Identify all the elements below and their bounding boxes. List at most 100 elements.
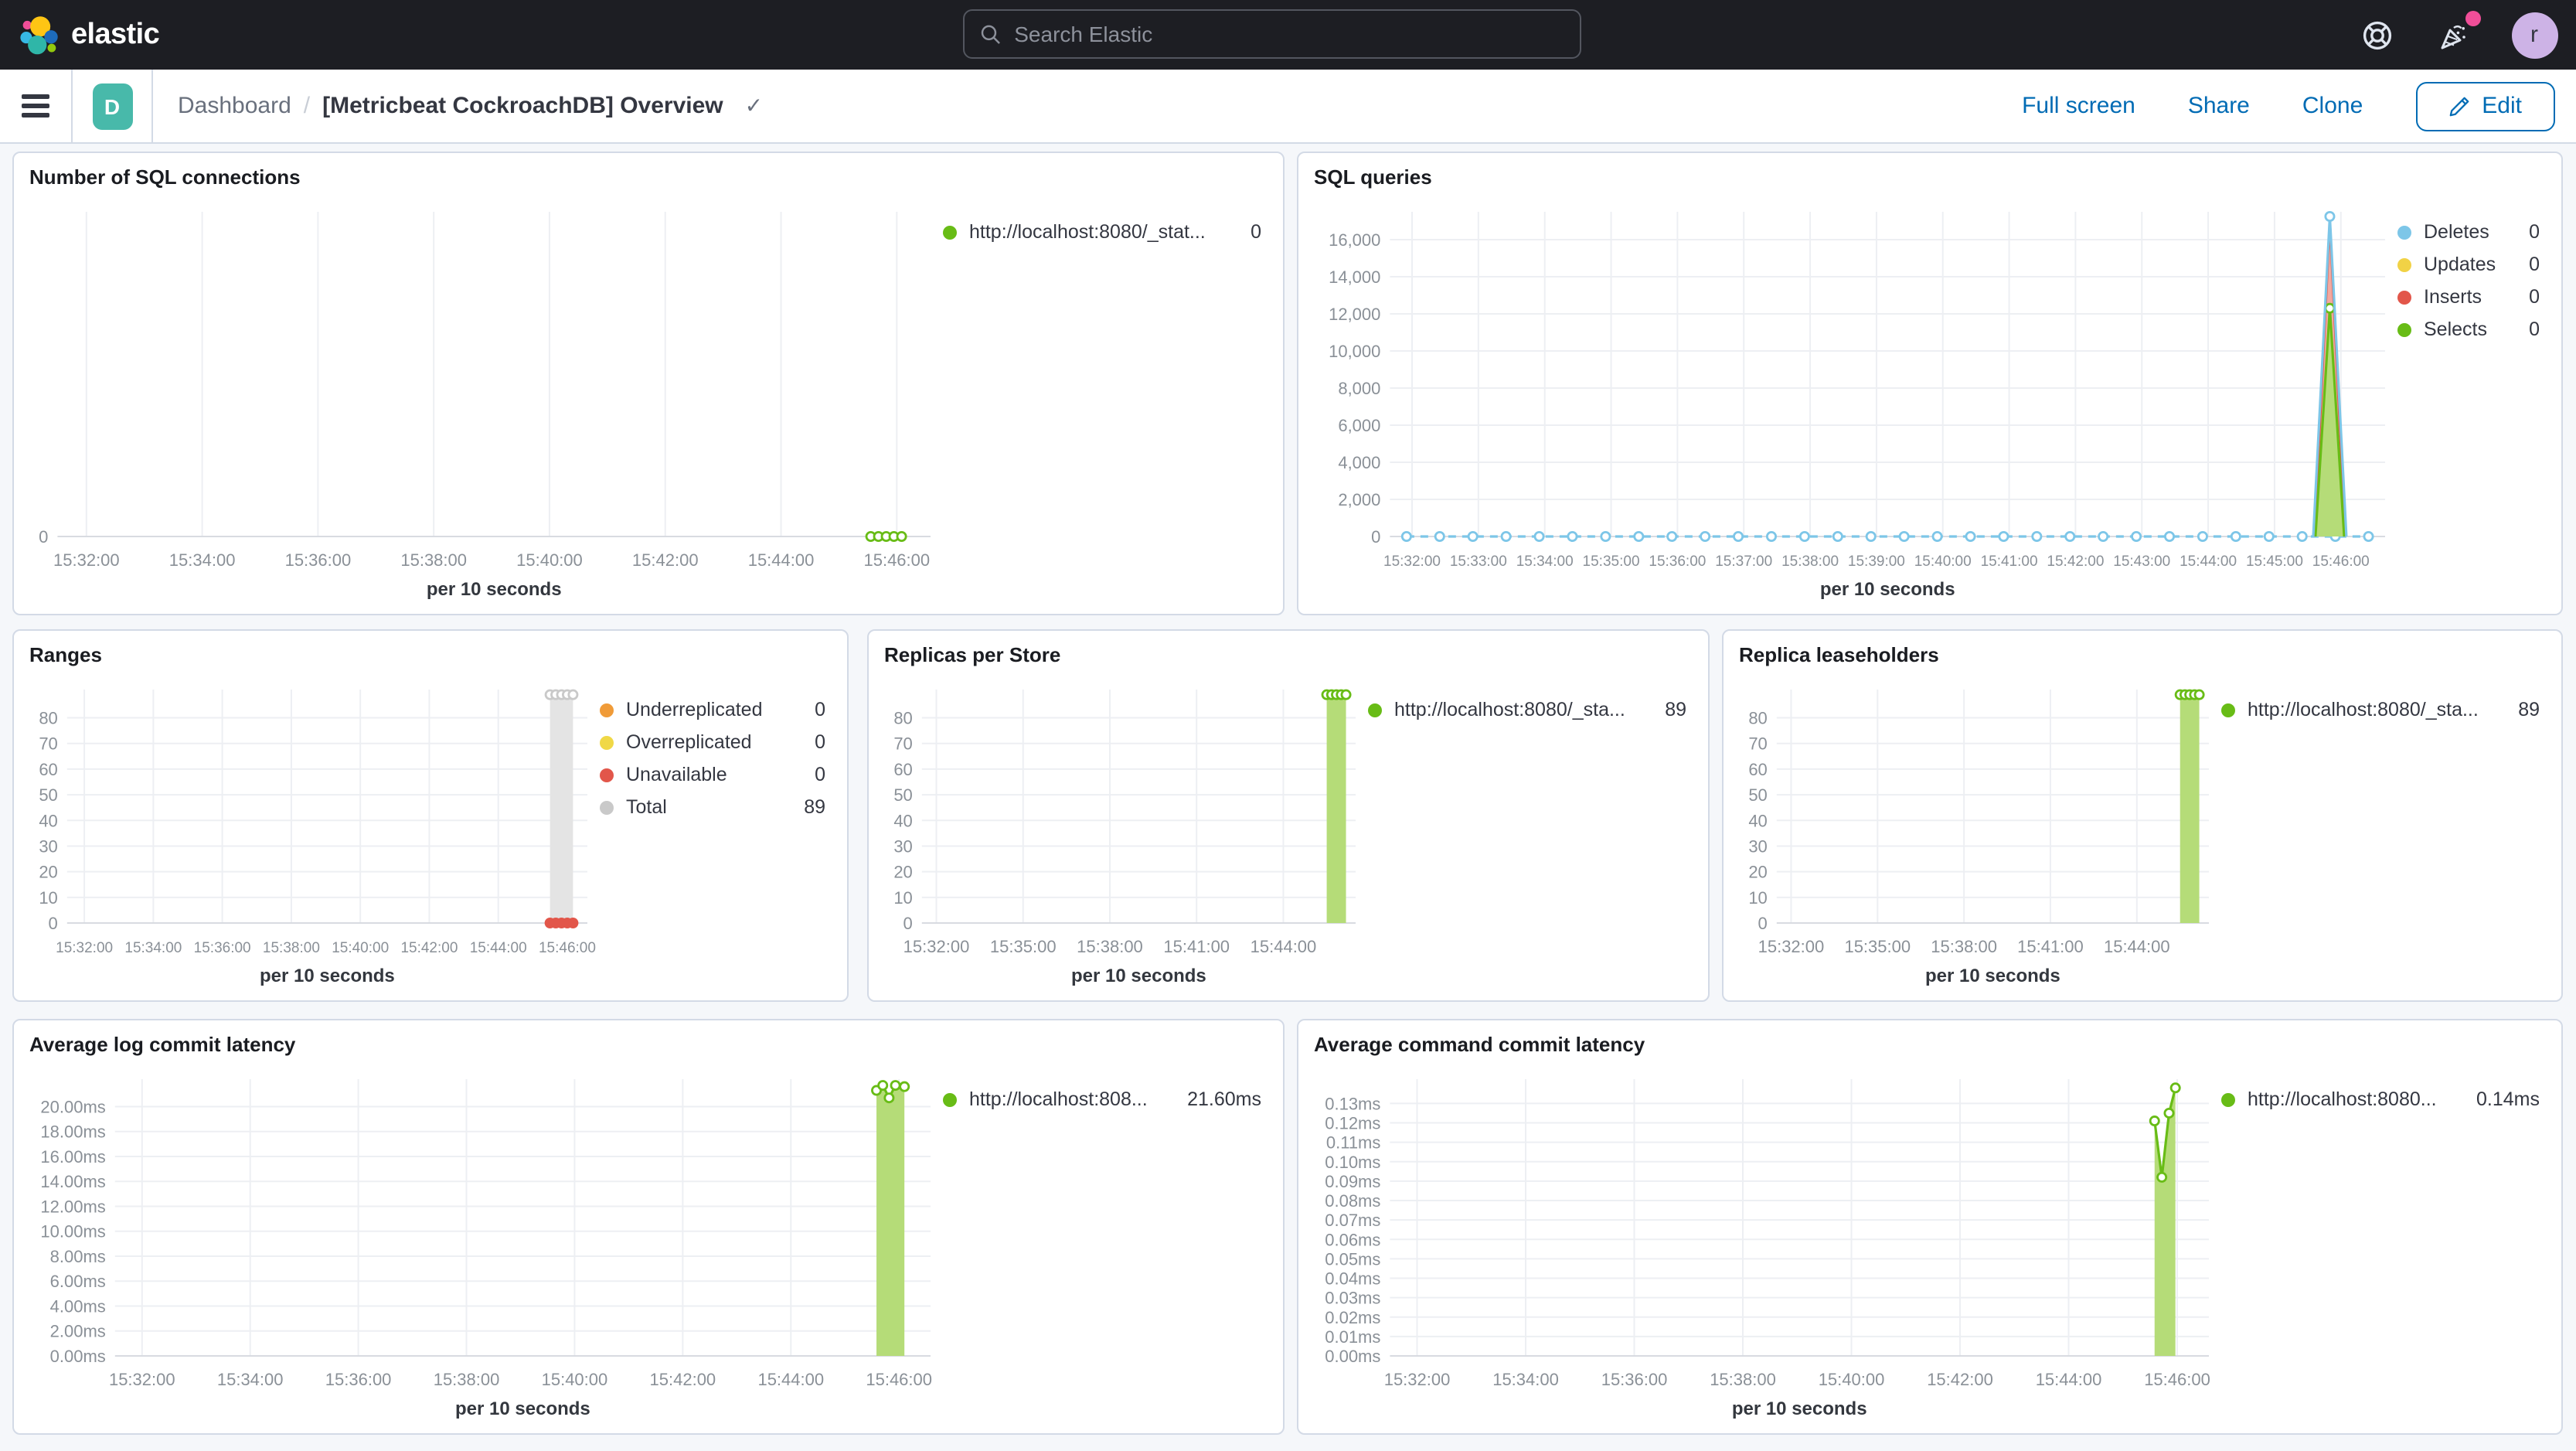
panel-avg-log-commit-latency: Average log commit latency 0.00ms 2.00ms 4… <box>12 1019 1285 1435</box>
legend-label: Inserts <box>2424 286 2482 308</box>
chart-avg-log-commit-latency[interactable]: 0.00ms 2.00ms 4.00ms 6.00ms 8.00ms 10.00ms 12.… <box>29 1067 943 1421</box>
svg-text:30: 30 <box>893 836 912 856</box>
svg-text:0.03ms: 0.03ms <box>1325 1289 1380 1308</box>
legend-item[interactable]: http://localhost:808... 21.60ms <box>943 1088 1261 1110</box>
legend-label: Deletes <box>2424 221 2489 243</box>
svg-text:15:34:00: 15:34:00 <box>1492 1370 1559 1389</box>
legend-item[interactable]: Total 89 <box>600 796 825 818</box>
svg-text:15:39:00: 15:39:00 <box>1848 553 1905 570</box>
svg-text:15:40:00: 15:40:00 <box>1914 553 1972 570</box>
chart-avg-command-commit-latency[interactable]: 0.00ms 0.01ms 0.02ms 0.03ms 0.04ms 0.05ms 0.06… <box>1314 1067 2221 1421</box>
svg-text:15:35:00: 15:35:00 <box>1583 553 1640 570</box>
legend-item[interactable]: Selects 0 <box>2397 318 2540 340</box>
space-badge: D <box>92 83 132 129</box>
svg-text:15:36:00: 15:36:00 <box>325 1370 392 1389</box>
svg-text:16,000: 16,000 <box>1329 230 1380 250</box>
svg-text:0.11ms: 0.11ms <box>1326 1133 1381 1153</box>
svg-text:0: 0 <box>49 914 58 933</box>
help-button[interactable] <box>2357 15 2397 55</box>
legend-dot <box>2397 225 2411 239</box>
help-icon <box>2362 20 2391 49</box>
svg-text:0.05ms: 0.05ms <box>1325 1249 1380 1269</box>
svg-text:40: 40 <box>1748 811 1767 830</box>
svg-text:15:41:00: 15:41:00 <box>1163 937 1230 956</box>
full-screen-button[interactable]: Full screen <box>2022 93 2135 119</box>
menu-button[interactable] <box>0 70 73 142</box>
notification-dot <box>2465 10 2480 26</box>
panel-title: Number of SQL connections <box>29 165 301 189</box>
svg-text:60: 60 <box>893 760 912 779</box>
newsfeed-button[interactable] <box>2434 10 2480 55</box>
legend-label: http://localhost:8080/_sta... <box>1394 699 1625 720</box>
legend-label: http://localhost:8080/_stat... <box>969 221 1206 243</box>
legend-item[interactable]: http://localhost:8080... 0.14ms <box>2221 1088 2540 1110</box>
panel-title: Average command commit latency <box>1314 1033 1645 1056</box>
svg-text:15:34:00: 15:34:00 <box>217 1370 284 1389</box>
global-search[interactable] <box>963 9 1581 59</box>
legend-item[interactable]: Inserts 0 <box>2397 286 2540 308</box>
svg-text:15:44:00: 15:44:00 <box>1251 937 1317 956</box>
legend-item[interactable]: Deletes 0 <box>2397 221 2540 243</box>
svg-text:0.06ms: 0.06ms <box>1325 1230 1380 1249</box>
legend-value: 0.14ms <box>2476 1088 2540 1110</box>
legend-item[interactable]: Unavailable 0 <box>600 764 825 785</box>
svg-text:0.00ms: 0.00ms <box>1325 1347 1380 1366</box>
svg-text:0.09ms: 0.09ms <box>1325 1172 1380 1191</box>
chart-sql-connections[interactable]: 0 15:32:00 15:34:00 15:36:00 15:38:00 15:40:0… <box>29 199 943 601</box>
chart-sql-queries[interactable]: 0 2,000 4,000 6,000 8,000 10,000 12,000 14,000 1… <box>1314 199 2397 601</box>
legend-item[interactable]: http://localhost:8080/_sta... 89 <box>2221 699 2540 720</box>
legend-value: 0 <box>815 699 825 720</box>
legend-item[interactable]: Overreplicated 0 <box>600 731 825 753</box>
svg-text:15:42:00: 15:42:00 <box>1927 1370 1993 1389</box>
share-button[interactable]: Share <box>2188 93 2250 119</box>
legend-dot <box>1368 703 1382 717</box>
svg-text:per 10 seconds: per 10 seconds <box>455 1398 590 1419</box>
svg-text:15:40:00: 15:40:00 <box>542 1370 608 1389</box>
svg-text:0.08ms: 0.08ms <box>1325 1191 1380 1211</box>
legend-value: 0 <box>2529 221 2540 243</box>
svg-text:15:34:00: 15:34:00 <box>124 940 182 956</box>
svg-text:15:40:00: 15:40:00 <box>332 940 389 956</box>
search-input[interactable] <box>1014 22 1564 46</box>
svg-text:4.00ms: 4.00ms <box>50 1296 106 1316</box>
svg-text:80: 80 <box>39 709 57 728</box>
dashboard-actions: Full screen Share Clone Edit <box>2022 81 2576 131</box>
svg-text:15:42:00: 15:42:00 <box>400 940 458 956</box>
svg-text:15:46:00: 15:46:00 <box>863 550 930 570</box>
chart-replica-leaseholders[interactable]: 0 10 20 30 40 50 60 70 80 15:32:00 15:35:00 15:38:0… <box>1739 677 2221 988</box>
svg-text:15:36:00: 15:36:00 <box>1601 1370 1668 1389</box>
legend-item[interactable]: http://localhost:8080/_stat... 0 <box>943 221 1261 243</box>
legend-item[interactable]: Updates 0 <box>2397 254 2540 275</box>
legend-item[interactable]: http://localhost:8080/_sta... 89 <box>1368 699 1686 720</box>
user-avatar[interactable]: r <box>2511 12 2557 58</box>
svg-text:50: 50 <box>1748 785 1767 805</box>
svg-text:per 10 seconds: per 10 seconds <box>1732 1398 1867 1419</box>
hamburger-icon <box>22 90 49 123</box>
svg-text:15:36:00: 15:36:00 <box>1649 553 1706 570</box>
svg-text:0: 0 <box>903 914 913 933</box>
elastic-logo[interactable]: elastic <box>0 15 371 55</box>
breadcrumb-dashboard[interactable]: Dashboard <box>178 93 291 119</box>
chart-legend: http://localhost:8080/_sta... 89 <box>1368 677 1693 988</box>
chart-replicas-per-store[interactable]: 0 10 20 30 40 50 60 70 80 15:32:00 15:35:00 15:38:0… <box>884 677 1368 988</box>
legend-item[interactable]: Underreplicated 0 <box>600 699 825 720</box>
space-switcher[interactable]: D <box>73 70 153 142</box>
svg-text:20: 20 <box>39 863 57 882</box>
clone-button[interactable]: Clone <box>2302 93 2363 119</box>
svg-text:15:37:00: 15:37:00 <box>1715 553 1772 570</box>
svg-text:15:41:00: 15:41:00 <box>2017 937 2084 956</box>
svg-text:per 10 seconds: per 10 seconds <box>1071 966 1206 986</box>
chart-ranges[interactable]: 0 10 20 30 40 50 60 70 80 15:32:00 15:34:00 15:36:0… <box>29 677 600 988</box>
svg-text:50: 50 <box>893 785 912 805</box>
svg-text:15:32:00: 15:32:00 <box>53 550 120 570</box>
kibana-dashboard-app: elastic Search Elastic r D Dashboard / [… <box>0 0 2576 1451</box>
panel-replicas-per-store: Replicas per Store 0 10 20 30 40 50 60 70 80 15:3… <box>867 629 1710 1002</box>
legend-value: 0 <box>2529 318 2540 340</box>
breadcrumb-separator: / <box>303 93 311 119</box>
legend-value: 0 <box>815 764 825 785</box>
legend-dot <box>2397 322 2411 336</box>
legend-value: 89 <box>1665 699 1686 720</box>
svg-text:15:42:00: 15:42:00 <box>2047 553 2104 570</box>
svg-text:18.00ms: 18.00ms <box>40 1122 105 1142</box>
edit-button[interactable]: Edit <box>2415 81 2554 131</box>
